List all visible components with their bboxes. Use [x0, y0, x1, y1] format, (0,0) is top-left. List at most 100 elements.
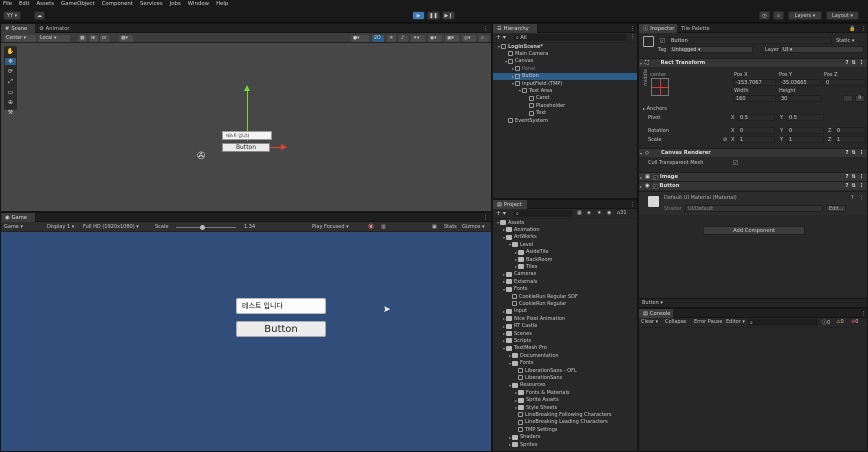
scene-button[interactable]: Button: [222, 143, 270, 152]
lighting-icon[interactable]: ☀: [387, 34, 396, 42]
panel-menu-icon[interactable]: ⋮: [479, 24, 491, 33]
pos-y-field[interactable]: -35.03665: [778, 79, 821, 86]
create-button[interactable]: + ▾: [496, 34, 506, 41]
display-dropdown[interactable]: Display 1 ▾: [47, 224, 74, 230]
grid-visibility-icon[interactable]: ▦▾: [119, 34, 133, 42]
image-menu-icon[interactable]: ⋮: [859, 174, 864, 180]
cloud-icon[interactable]: ☁: [34, 11, 45, 20]
favorite-icon[interactable]: ★: [597, 210, 601, 216]
image-enabled-checkbox[interactable]: ✓: [652, 174, 658, 180]
object-name-field[interactable]: Button: [668, 37, 832, 44]
collapse-button[interactable]: Collapse: [665, 319, 686, 325]
footer-object-dropdown[interactable]: Button ▾: [642, 300, 663, 306]
rot-x-field[interactable]: 0: [737, 127, 775, 134]
project-item[interactable]: ▾ Fonts: [493, 286, 637, 293]
button-menu-icon[interactable]: ⋮: [859, 183, 864, 189]
rot-z-field[interactable]: 0: [834, 127, 866, 134]
hierarchy-menu-icon[interactable]: ⋮: [626, 24, 638, 33]
project-item[interactable]: LineBreaking Leading Characters: [493, 419, 637, 426]
static-toggle[interactable]: Static ▾: [836, 38, 854, 44]
canvas-renderer-menu-icon[interactable]: ⋮: [859, 150, 864, 156]
project-item[interactable]: ▸ Shaders: [493, 434, 637, 441]
project-item[interactable]: ▸ AsideTile: [493, 249, 637, 256]
2d-toggle[interactable]: 2D: [372, 34, 384, 42]
audio-icon[interactable]: ♪: [399, 34, 408, 42]
lock-icon[interactable]: 🔒: [845, 24, 857, 33]
rect-transform-header[interactable]: ▾ ⛶ Rect Transform? ⇅ ⋮: [639, 58, 867, 67]
project-create-button[interactable]: + ▾: [496, 210, 506, 217]
button-enabled-checkbox[interactable]: ✓: [652, 183, 658, 189]
scale-slider[interactable]: [176, 227, 236, 228]
project-item[interactable]: ▸ Nice Pixel Animation: [493, 315, 637, 322]
scale-x-field[interactable]: 1: [737, 136, 775, 143]
hidden-objects-icon[interactable]: ◉▾: [428, 34, 442, 42]
cull-transparent-checkbox[interactable]: ✓: [731, 160, 740, 166]
tab-tile-palette[interactable]: Tile Palette: [677, 24, 719, 33]
material-help-icon[interactable]: ?: [851, 195, 854, 201]
layers-dropdown[interactable]: Layers ▾: [788, 11, 822, 20]
pos-z-field[interactable]: 0: [823, 79, 866, 86]
project-item[interactable]: ▸ Tiles: [493, 263, 637, 270]
camera-icon[interactable]: ▣▾: [445, 34, 459, 42]
scale-z-field[interactable]: 1: [834, 136, 866, 143]
project-item[interactable]: ▸ RT Castle: [493, 323, 637, 330]
error-pause-button[interactable]: Error Pause: [694, 319, 722, 325]
tab-project[interactable]: ▤ Project: [493, 200, 527, 209]
snap-icon[interactable]: ⊞: [89, 34, 98, 42]
step-button[interactable]: ▶❙: [442, 11, 455, 20]
error-count[interactable]: ⊗0: [851, 319, 858, 325]
tag-dropdown[interactable]: Untagged ▾: [669, 46, 753, 53]
pivot-dropdown[interactable]: Center ▾: [4, 34, 36, 42]
grid-snap-icon[interactable]: ▦: [78, 34, 87, 42]
image-header[interactable]: ▸ ▣ ✓ Image? ⇅ ⋮: [639, 172, 867, 181]
tab-animator[interactable]: ⚙ Animator: [35, 24, 75, 33]
game-viewport[interactable]: 테스트 입니다 Button ➤: [1, 232, 491, 451]
hierarchy-item[interactable]: ▸ Button: [493, 72, 637, 80]
canvas-renderer-preset-icon[interactable]: ⇅: [851, 150, 855, 156]
project-item[interactable]: ▸ Input: [493, 308, 637, 315]
transform-tool-icon[interactable]: ⊕: [8, 99, 13, 106]
project-search-input[interactable]: ⌕: [513, 210, 573, 217]
menu-item-window[interactable]: Window: [188, 1, 209, 7]
scale-tool-icon[interactable]: ⤢: [8, 78, 13, 86]
hierarchy-item[interactable]: Placeholder: [493, 102, 637, 109]
shader-edit-button[interactable]: Edit...: [826, 205, 846, 212]
button-help-icon[interactable]: ?: [845, 183, 848, 189]
resolution-dropdown[interactable]: Full HD (1920x1080) ▾: [83, 224, 139, 230]
play-button[interactable]: ▶: [412, 11, 425, 20]
menu-item-file[interactable]: File: [3, 1, 12, 7]
scene-input-field[interactable]: 테스트 입니다: [222, 131, 272, 140]
project-item[interactable]: TMP Settings: [493, 426, 637, 433]
menu-item-help[interactable]: Help: [216, 1, 228, 7]
search-label-icon[interactable]: ◈: [587, 210, 591, 216]
hierarchy-item[interactable]: ▾ LoginScene*: [493, 43, 637, 50]
tab-console[interactable]: ▤ Console: [639, 309, 673, 318]
add-component-button[interactable]: Add Component: [703, 226, 805, 235]
menu-item-jobs[interactable]: Jobs: [170, 1, 181, 7]
project-item[interactable]: LineBreaking Following Characters: [493, 411, 637, 418]
project-item[interactable]: ▸ Cameras: [493, 271, 637, 278]
project-item[interactable]: ▸ Scripts: [493, 337, 637, 344]
project-item[interactable]: ▸ Externals: [493, 278, 637, 285]
project-item[interactable]: ▾ TextMesh Pro: [493, 345, 637, 352]
hierarchy-item[interactable]: Caret: [493, 95, 637, 102]
move-tool-icon[interactable]: ✥: [5, 58, 16, 65]
material-menu-icon[interactable]: ⋮: [859, 195, 864, 201]
account-dropdown[interactable]: YY ▾: [3, 11, 21, 20]
game-panel-menu-icon[interactable]: ⋮: [479, 213, 491, 222]
gizmos-toggle[interactable]: Gizmos ▾: [462, 224, 485, 230]
tab-inspector[interactable]: ⓘ Inspector: [639, 24, 677, 33]
active-checkbox[interactable]: ✓: [658, 38, 667, 44]
project-item[interactable]: ▾ ArtWorks: [493, 234, 637, 241]
hierarchy-search-input[interactable]: ⌕ All: [513, 34, 627, 41]
mute-audio-icon[interactable]: 🔇: [368, 224, 374, 230]
rect-tool-icon[interactable]: ▭: [8, 89, 14, 96]
inspector-menu-icon[interactable]: ⋮: [857, 24, 868, 33]
pivot-y-field[interactable]: 0.5: [786, 114, 824, 121]
hierarchy-item[interactable]: Text: [493, 110, 637, 117]
hierarchy-item[interactable]: ▾ InputField (TMP): [493, 80, 637, 87]
scale-y-field[interactable]: 1: [786, 136, 824, 143]
increment-snap-icon[interactable]: ⊡: [100, 34, 109, 42]
preset-icon[interactable]: ⇅: [851, 60, 855, 66]
project-item[interactable]: ▾ Resources: [493, 382, 637, 389]
